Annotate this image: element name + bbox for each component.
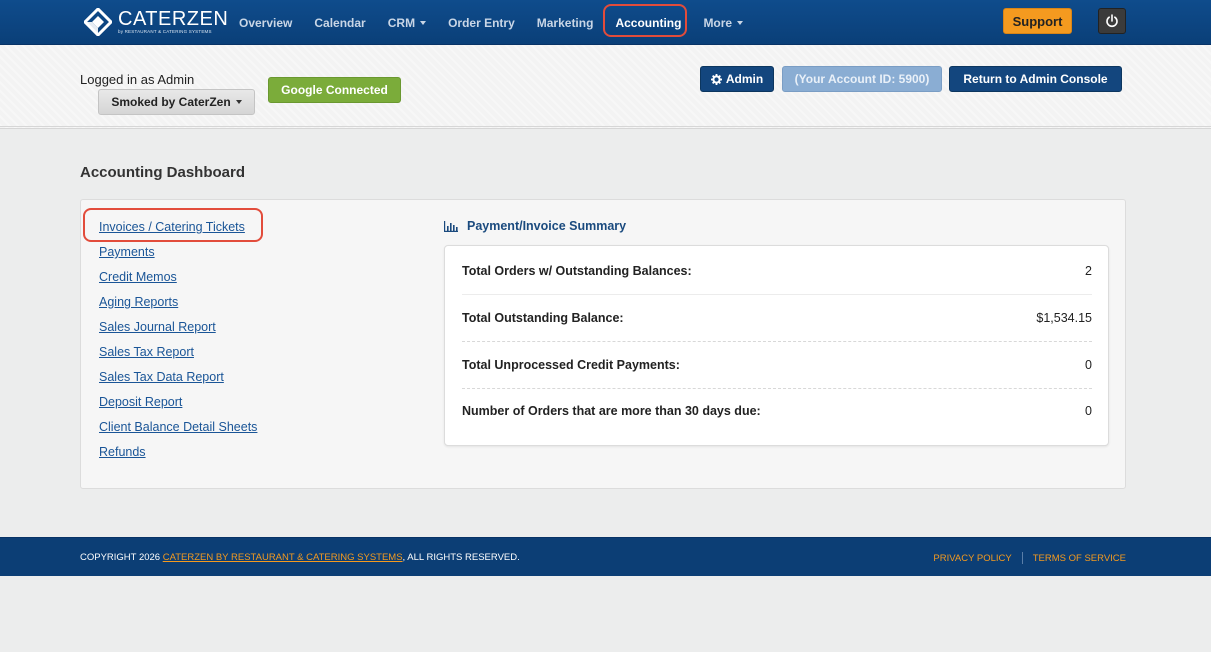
link-sales-tax-report[interactable]: Sales Tax Report [99, 344, 257, 369]
caterzen-logo[interactable]: CATERZEN by RESTAURANT & CATERING SYSTEM… [84, 7, 228, 37]
summary-value: 2 [1085, 264, 1092, 278]
nav-crm-label: CRM [387, 15, 416, 30]
summary-label: Total Orders w/ Outstanding Balances: [462, 264, 692, 278]
privacy-policy-link[interactable]: PRIVACY POLICY [933, 553, 1011, 564]
account-id-badge: (Your Account ID: 5900) [782, 66, 942, 92]
summary-row: Total Outstanding Balance: $1,534.15 [462, 295, 1092, 341]
copyright-suffix: , ALL RIGHTS RESERVED. [402, 552, 520, 563]
footer-links: PRIVACY POLICY TERMS OF SERVICE [933, 552, 1126, 564]
summary-value: 0 [1085, 404, 1092, 418]
logo-title: CATERZEN [118, 8, 229, 30]
admin-button[interactable]: Admin [700, 66, 774, 92]
terms-of-service-link[interactable]: TERMS OF SERVICE [1033, 553, 1126, 564]
summary-row: Total Unprocessed Credit Payments: 0 [462, 342, 1092, 388]
invoices-link-highlight-outline [83, 208, 263, 242]
summary-value: $1,534.15 [1036, 311, 1092, 325]
caret-down-icon [737, 20, 744, 25]
link-aging-reports[interactable]: Aging Reports [99, 294, 257, 319]
link-sales-journal-report[interactable]: Sales Journal Report [99, 319, 257, 344]
nav-more-label: More [703, 15, 733, 30]
summary-label: Total Unprocessed Credit Payments: [462, 358, 680, 372]
logo-text: CATERZEN by RESTAURANT & CATERING SYSTEM… [118, 9, 228, 35]
summary-title: Payment/Invoice Summary [444, 219, 626, 233]
summary-card: Total Orders w/ Outstanding Balances: 2 … [444, 245, 1109, 446]
nav-calendar-label: Calendar [314, 15, 366, 30]
caret-down-icon [420, 20, 427, 25]
summary-label: Number of Orders that are more than 30 d… [462, 404, 761, 418]
link-refunds[interactable]: Refunds [99, 444, 257, 469]
nav-overview[interactable]: Overview [228, 0, 303, 45]
summary-row: Total Orders w/ Outstanding Balances: 2 [462, 248, 1092, 294]
nav-order-entry[interactable]: Order Entry [437, 0, 526, 45]
venue-label: Smoked by CaterZen [111, 95, 231, 109]
power-icon [1106, 14, 1118, 28]
copyright-prefix: COPYRIGHT 2026 [80, 552, 163, 563]
caterzen-logo-icon [84, 8, 112, 36]
summary-value: 0 [1085, 358, 1092, 372]
caret-down-icon [235, 100, 242, 104]
link-payments[interactable]: Payments [99, 244, 257, 269]
logout-button[interactable] [1098, 8, 1126, 34]
accounting-highlight-outline [603, 4, 687, 37]
nav-marketing-label: Marketing [536, 15, 594, 30]
link-credit-memos[interactable]: Credit Memos [99, 269, 257, 294]
link-deposit-report[interactable]: Deposit Report [99, 394, 257, 419]
nav-marketing[interactable]: Marketing [526, 0, 605, 45]
logged-in-text: Logged in as Admin [80, 72, 195, 87]
footer-divider [1021, 552, 1023, 564]
logo-tagline: by RESTAURANT & CATERING SYSTEMS [118, 29, 212, 34]
return-to-admin-console-button[interactable]: Return to Admin Console [949, 66, 1122, 92]
google-connected-button[interactable]: Google Connected [268, 77, 401, 103]
support-button[interactable]: Support [1003, 8, 1072, 34]
summary-title-text: Payment/Invoice Summary [467, 219, 627, 233]
summary-label: Total Outstanding Balance: [462, 311, 624, 325]
footer: COPYRIGHT 2026 CATERZEN BY RESTAURANT & … [0, 537, 1211, 576]
footer-brand-link[interactable]: CATERZEN BY RESTAURANT & CATERING SYSTEM… [163, 552, 403, 563]
page-title: Accounting Dashboard [80, 164, 246, 181]
link-sales-tax-data-report[interactable]: Sales Tax Data Report [99, 369, 257, 394]
venue-dropdown[interactable]: Smoked by CaterZen [98, 89, 255, 115]
nav-overview-label: Overview [239, 15, 293, 30]
account-subheader: Logged in as Admin Smoked by CaterZen Go… [0, 45, 1211, 129]
nav-order-entry-label: Order Entry [448, 15, 515, 30]
admin-label: Admin [725, 72, 764, 86]
copyright: COPYRIGHT 2026 CATERZEN BY RESTAURANT & … [80, 552, 520, 563]
nav-calendar[interactable]: Calendar [303, 0, 376, 45]
link-client-balance-detail-sheets[interactable]: Client Balance Detail Sheets [99, 419, 257, 444]
top-navbar: CATERZEN by RESTAURANT & CATERING SYSTEM… [0, 0, 1211, 45]
accounting-panel: Invoices / Catering Tickets Payments Cre… [80, 199, 1126, 489]
summary-row: Number of Orders that are more than 30 d… [462, 388, 1092, 434]
nav-more[interactable]: More [692, 0, 754, 45]
nav-crm[interactable]: CRM [377, 0, 437, 45]
bar-chart-icon [444, 220, 458, 232]
gear-icon [710, 73, 722, 85]
accounting-links: Invoices / Catering Tickets Payments Cre… [99, 219, 257, 469]
